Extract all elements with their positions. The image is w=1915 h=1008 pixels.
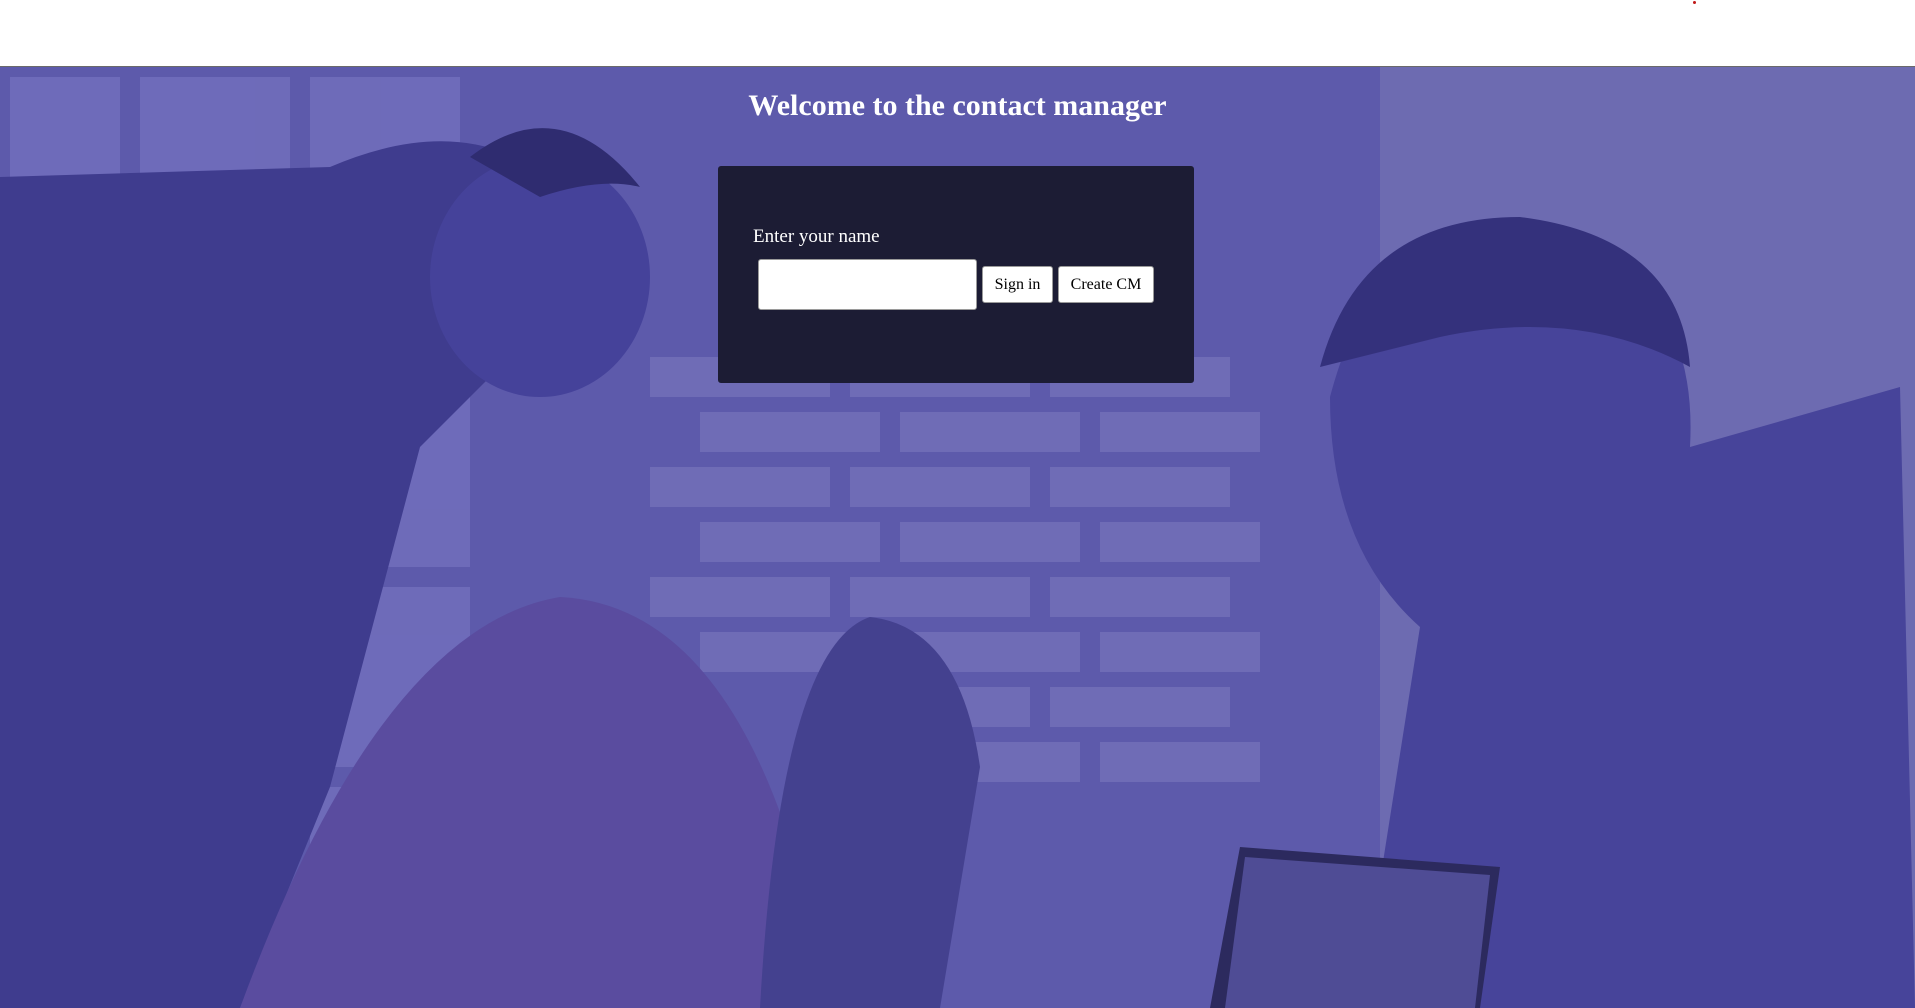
create-cm-button[interactable]: Create CM <box>1058 266 1154 303</box>
sign-in-button[interactable]: Sign in <box>982 266 1053 303</box>
login-card: Enter your name Sign in Create CM <box>718 166 1194 383</box>
top-bar <box>0 0 1915 67</box>
name-input[interactable] <box>758 259 977 310</box>
name-label: Enter your name <box>753 226 880 247</box>
hero-background: Welcome to the contact manager Enter you… <box>0 67 1915 1008</box>
red-dot-icon <box>1693 1 1696 4</box>
page-title: Welcome to the contact manager <box>748 89 1167 122</box>
